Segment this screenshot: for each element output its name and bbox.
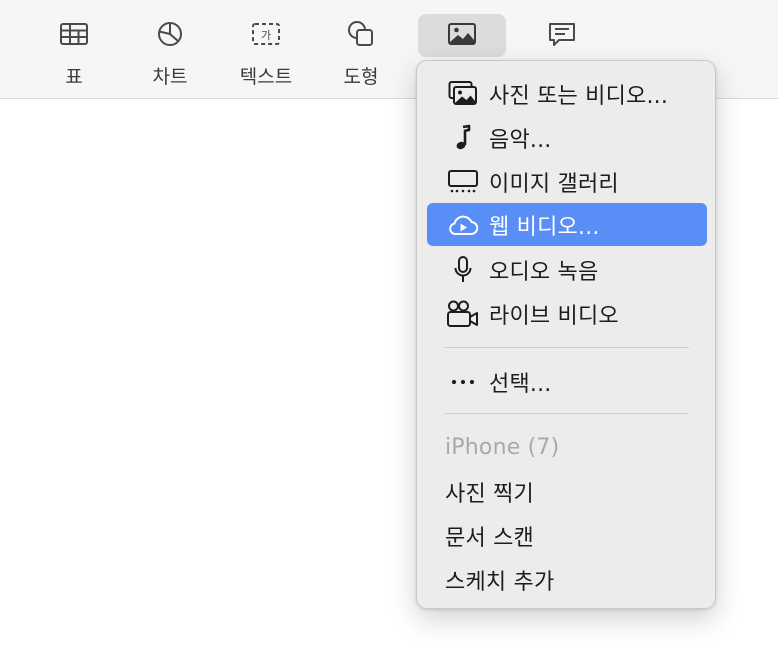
menu-item-label: 오디오 녹음 [489,259,599,285]
menu-item-label: 라이브 비디오 [489,303,619,329]
menu-item-image-gallery[interactable]: 이미지 갤러리 [427,160,707,203]
chart-icon [154,18,186,50]
text-box-glyph: 가 [261,29,271,42]
toolbar-chart-label: 차트 [152,66,188,88]
toolbar-table-button[interactable]: 표 [32,0,116,98]
menu-item-choose[interactable]: 선택... [427,360,707,403]
menu-item-music[interactable]: 음악... [427,116,707,159]
text-box-icon: 가 [250,18,282,50]
menu-item-label: 웹 비디오... [489,214,600,240]
menu-item-label: 사진 찍기 [445,481,534,507]
image-gallery-icon [443,160,483,203]
toolbar-shape-label: 도형 [343,66,379,88]
microphone-icon [443,248,483,291]
toolbar-chart-button[interactable]: 차트 [128,0,212,98]
menu-item-label: 문서 스캔 [445,525,534,551]
music-note-icon [443,116,483,159]
toolbar-shape-button[interactable]: 도형 [319,0,403,98]
menu-section-iphone: iPhone (7) [427,426,707,469]
menu-item-label: 스케치 추가 [445,569,555,595]
menu-item-take-photo[interactable]: 사진 찍기 [427,470,707,513]
menu-item-live-video[interactable]: 라이브 비디오 [427,292,707,335]
menu-item-label: 선택... [489,371,552,397]
menu-item-web-video[interactable]: 웹 비디오... [427,203,707,246]
menu-item-label: 사진 또는 비디오... [489,83,669,109]
cloud-play-icon [443,203,483,246]
menu-item-scan-document[interactable]: 문서 스캔 [427,514,707,557]
menu-separator [445,413,689,414]
menu-item-label: 음악... [489,127,552,153]
comment-icon [546,18,578,50]
menu-item-audio-recording[interactable]: 오디오 녹음 [427,248,707,291]
toolbar-text-label: 텍스트 [239,66,293,88]
menu-item-add-sketch[interactable]: 스케치 추가 [427,558,707,601]
menu-separator [445,347,689,348]
media-icon [446,18,478,50]
toolbar-text-button[interactable]: 가 텍스트 [224,0,308,98]
shape-icon [345,18,377,50]
toolbar-table-label: 표 [65,66,83,88]
table-icon [58,18,90,50]
video-camera-icon [443,292,483,335]
ellipsis-icon [443,360,483,403]
insert-media-menu: 사진 또는 비디오... 음악... 이미지 갤러리 웹 비디오... 오디오 … [416,60,716,609]
photo-library-icon [443,72,483,115]
menu-item-photo-or-video[interactable]: 사진 또는 비디오... [427,72,707,115]
menu-item-label: 이미지 갤러리 [489,171,619,197]
menu-section-label: iPhone (7) [445,435,560,460]
